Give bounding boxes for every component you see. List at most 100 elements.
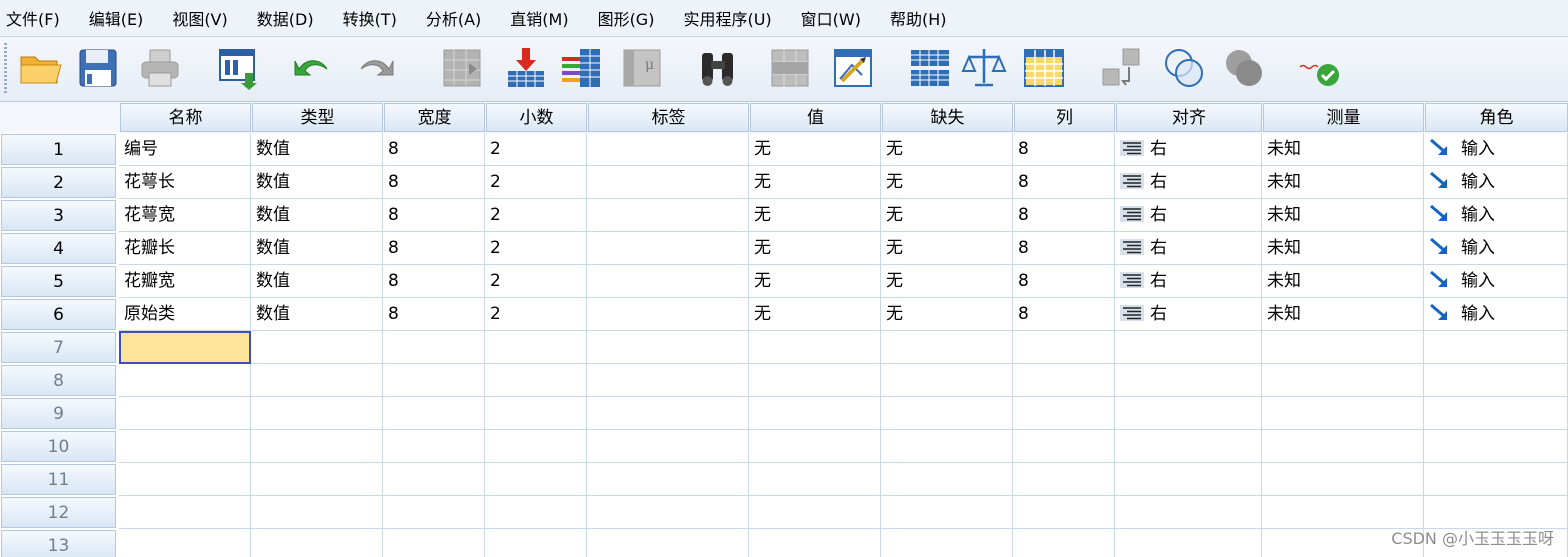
cell-值[interactable]: 无 (749, 265, 881, 298)
column-header-7[interactable]: 列 (1014, 103, 1115, 132)
cell-对齐[interactable]: 右 (1115, 298, 1262, 331)
cell-小数[interactable]: 2 (485, 199, 587, 232)
cell-角色[interactable]: 输入 (1424, 166, 1568, 199)
cell-小数[interactable]: 2 (485, 232, 587, 265)
menu-item-3[interactable]: 数据(D) (253, 6, 318, 30)
cell-类型[interactable]: 数值 (251, 265, 383, 298)
split-file-button[interactable] (904, 43, 956, 97)
cell-宽度[interactable]: 8 (383, 133, 485, 166)
cell-值[interactable]: 无 (749, 232, 881, 265)
column-header-10[interactable]: 角色 (1425, 103, 1568, 132)
cell-测量[interactable]: 未知 (1262, 298, 1424, 331)
cell-值[interactable] (749, 463, 881, 496)
cell-小数[interactable] (485, 496, 587, 529)
cell-类型[interactable] (251, 529, 383, 557)
cell-标签[interactable] (587, 364, 749, 397)
row-number[interactable]: 1 (1, 134, 116, 165)
cell-角色[interactable] (1424, 397, 1568, 430)
cell-缺失[interactable] (881, 529, 1013, 557)
cell-缺失[interactable]: 无 (881, 265, 1013, 298)
cell-列[interactable] (1013, 529, 1115, 557)
cell-测量[interactable]: 未知 (1262, 166, 1424, 199)
cell-宽度[interactable]: 8 (383, 166, 485, 199)
cell-对齐[interactable] (1115, 496, 1262, 529)
cell-列[interactable]: 8 (1013, 133, 1115, 166)
cell-角色[interactable] (1424, 331, 1568, 364)
cell-值[interactable]: 无 (749, 298, 881, 331)
cell-缺失[interactable]: 无 (881, 298, 1013, 331)
cell-角色[interactable]: 输入 (1424, 298, 1568, 331)
cell-类型[interactable] (251, 364, 383, 397)
cell-列[interactable]: 8 (1013, 298, 1115, 331)
row-number[interactable]: 10 (1, 431, 116, 462)
column-header-4[interactable]: 标签 (588, 103, 749, 132)
column-header-2[interactable]: 宽度 (384, 103, 485, 132)
row-number[interactable]: 3 (1, 200, 116, 231)
cell-角色[interactable] (1424, 364, 1568, 397)
recall-dialog-button[interactable] (212, 43, 264, 97)
cell-宽度[interactable] (383, 331, 485, 364)
menu-item-9[interactable]: 窗口(W) (797, 6, 865, 30)
cell-类型[interactable]: 数值 (251, 298, 383, 331)
cell-宽度[interactable] (383, 397, 485, 430)
cell-值[interactable]: 无 (749, 133, 881, 166)
cell-测量[interactable]: 未知 (1262, 232, 1424, 265)
row-number[interactable]: 4 (1, 233, 116, 264)
cell-对齐[interactable]: 右 (1115, 166, 1262, 199)
toolbar-grip[interactable] (4, 43, 7, 95)
cell-对齐[interactable] (1115, 364, 1262, 397)
row-number[interactable]: 2 (1, 167, 116, 198)
cell-类型[interactable] (251, 331, 383, 364)
cell-值[interactable] (749, 331, 881, 364)
print-button[interactable] (134, 43, 186, 97)
cell-标签[interactable] (587, 265, 749, 298)
cell-测量[interactable] (1262, 397, 1424, 430)
cell-宽度[interactable] (383, 430, 485, 463)
cell-标签[interactable] (587, 397, 749, 430)
cell-小数[interactable] (485, 331, 587, 364)
cell-小数[interactable] (485, 397, 587, 430)
row-number[interactable]: 9 (1, 398, 116, 429)
variables-button[interactable] (555, 43, 607, 97)
cell-标签[interactable] (587, 133, 749, 166)
cell-测量[interactable] (1262, 364, 1424, 397)
cell-测量[interactable] (1262, 331, 1424, 364)
cell-宽度[interactable]: 8 (383, 265, 485, 298)
cell-对齐[interactable]: 右 (1115, 265, 1262, 298)
cell-缺失[interactable]: 无 (881, 232, 1013, 265)
cell-对齐[interactable] (1115, 397, 1262, 430)
cell-宽度[interactable]: 8 (383, 298, 485, 331)
cell-测量[interactable] (1262, 463, 1424, 496)
cell-列[interactable] (1013, 463, 1115, 496)
cell-标签[interactable] (587, 331, 749, 364)
column-header-9[interactable]: 测量 (1263, 103, 1424, 132)
cell-缺失[interactable] (881, 496, 1013, 529)
save-button[interactable] (72, 43, 124, 97)
cell-类型[interactable] (251, 430, 383, 463)
cell-缺失[interactable] (881, 397, 1013, 430)
cell-标签[interactable] (587, 529, 749, 557)
row-number[interactable]: 7 (1, 332, 116, 363)
cell-列[interactable] (1013, 430, 1115, 463)
cell-对齐[interactable]: 右 (1115, 232, 1262, 265)
active-cell[interactable] (119, 331, 251, 364)
row-number[interactable]: 11 (1, 464, 116, 495)
cell-标签[interactable] (587, 298, 749, 331)
undo-button[interactable] (286, 43, 338, 97)
cell-列[interactable]: 8 (1013, 166, 1115, 199)
goto-case-button[interactable] (436, 43, 488, 97)
cell-对齐[interactable] (1115, 529, 1262, 557)
cell-值[interactable] (749, 364, 881, 397)
cell-小数[interactable] (485, 364, 587, 397)
cell-对齐[interactable] (1115, 331, 1262, 364)
row-number[interactable]: 8 (1, 365, 116, 396)
cell-缺失[interactable]: 无 (881, 133, 1013, 166)
select-cases-button[interactable] (1018, 43, 1070, 97)
cell-缺失[interactable]: 无 (881, 199, 1013, 232)
use-variable-sets-button[interactable] (1158, 43, 1210, 97)
cell-名称[interactable] (119, 496, 251, 529)
cell-对齐[interactable]: 右 (1115, 199, 1262, 232)
cell-测量[interactable]: 未知 (1262, 265, 1424, 298)
cell-缺失[interactable] (881, 463, 1013, 496)
cell-标签[interactable] (587, 430, 749, 463)
